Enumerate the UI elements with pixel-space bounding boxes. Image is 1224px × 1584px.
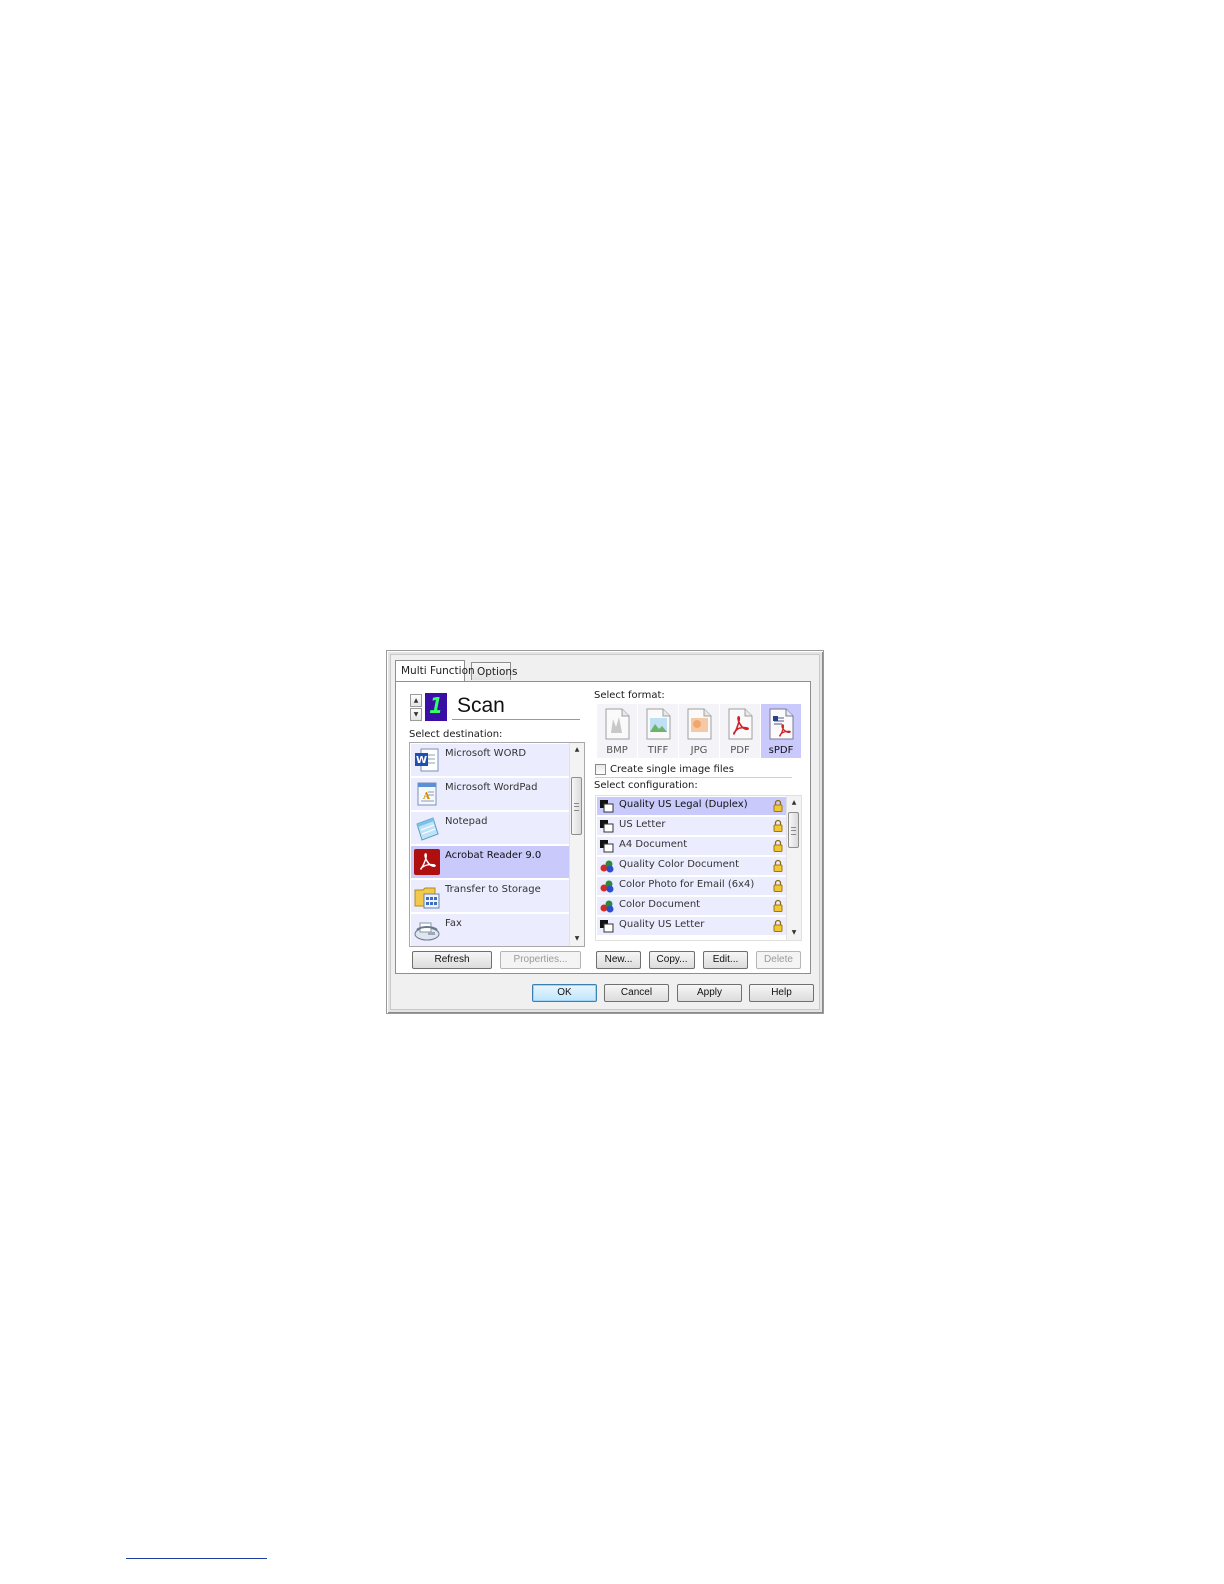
config-label: Quality Color Document [619,859,740,870]
lock-icon [773,919,783,932]
fax-icon [414,922,440,941]
new-configuration-button[interactable]: New... [596,951,641,969]
format-spdf[interactable]: sPDF [761,704,801,758]
destination-item-fax[interactable]: Fax [411,914,569,946]
destination-label: Transfer to Storage [445,884,541,895]
lock-icon [773,819,783,832]
config-item-quality-color-document[interactable]: Quality Color Document [597,857,786,877]
scroll-down-arrow-icon[interactable]: ▼ [570,932,584,946]
multi-function-panel: ▲ ▼ 1 Scan Select destination: W Microso… [395,681,811,974]
format-label: JPG [690,745,708,756]
config-item-quality-us-letter[interactable]: Quality US Letter [597,917,786,937]
format-bmp[interactable]: BMP [597,704,637,758]
copy-configuration-button[interactable]: Copy... [649,951,695,969]
scroll-down-arrow-icon[interactable]: ▼ [787,926,801,940]
scroll-up-arrow-icon[interactable]: ▲ [787,796,801,810]
config-item-a4-document[interactable]: A4 Document [597,837,786,857]
format-label: TIFF [647,745,669,756]
destination-item-wordpad[interactable]: A Microsoft WordPad [411,778,569,812]
color-document-icon [600,900,614,913]
apply-button[interactable]: Apply [677,984,742,1002]
color-document-icon [600,860,614,873]
format-label: sPDF [768,745,794,756]
bw-document-icon [600,800,614,813]
config-label: Color Document [619,899,701,910]
color-document-icon [600,880,614,893]
lock-icon [773,859,783,872]
spdf-file-icon [769,708,794,740]
destination-label: Fax [445,918,462,929]
svg-text:W: W [416,755,427,766]
button-name-title: Scan [452,692,580,720]
format-label: PDF [730,745,750,756]
config-label: Color Photo for Email (6x4) [619,879,755,890]
ok-button[interactable]: OK [532,984,597,1002]
word-icon: W [415,748,439,772]
config-item-color-document[interactable]: Color Document [597,897,786,917]
config-item-quality-us-legal-duplex[interactable]: Quality US Legal (Duplex) [597,797,786,817]
spinner-up-button[interactable]: ▲ [410,694,422,707]
scroll-up-arrow-icon[interactable]: ▲ [570,743,584,757]
footnote-rule [126,1558,267,1559]
destination-list[interactable]: W Microsoft WORD A Microsoft WordPad Not… [409,742,585,947]
destination-item-transfer-to-storage[interactable]: Transfer to Storage [411,880,569,914]
destination-label: Microsoft WORD [445,748,527,759]
wordpad-icon: A [417,782,437,806]
acrobat-icon [414,849,440,875]
create-single-image-label: Create single image files [610,764,734,775]
config-item-color-photo-for-email[interactable]: Color Photo for Email (6x4) [597,877,786,897]
lock-icon [773,879,783,892]
delete-configuration-button[interactable]: Delete [756,951,801,969]
destination-label: Acrobat Reader 9.0 [445,850,542,861]
config-label: A4 Document [619,839,688,850]
destination-item-word[interactable]: W Microsoft WORD [411,744,569,778]
config-label: US Letter [619,819,666,830]
scroll-thumb[interactable] [788,812,799,848]
format-tiff[interactable]: TIFF [638,704,678,758]
format-jpg[interactable]: JPG [679,704,719,758]
tab-multi-function[interactable]: Multi Function [395,660,475,681]
bw-document-icon [600,920,614,933]
lock-icon [773,839,783,852]
create-single-image-checkbox[interactable] [595,764,606,775]
storage-folder-icon [414,887,440,909]
scroll-thumb[interactable] [571,777,582,835]
one-touch-properties-dialog: Multi Function Options ▲ ▼ 1 Scan Select… [386,650,824,1014]
format-label: BMP [606,745,628,756]
destination-scrollbar[interactable]: ▲ ▼ [569,743,584,946]
destination-label: Notepad [445,816,488,827]
config-label: Quality US Legal (Duplex) [619,799,748,810]
select-format-label: Select format: [594,690,665,701]
refresh-button[interactable]: Refresh [412,951,492,969]
bw-document-icon [600,840,614,853]
lock-icon [773,799,783,812]
destination-item-acrobat-reader[interactable]: Acrobat Reader 9.0 [411,846,569,880]
properties-button[interactable]: Properties... [500,951,581,969]
notepad-icon [416,817,439,841]
config-label: Quality US Letter [619,919,705,930]
destination-label: Microsoft WordPad [445,782,538,793]
lock-icon [773,899,783,912]
tab-options[interactable]: Options [471,662,518,680]
button-number-spinner: ▲ ▼ [410,694,422,721]
configuration-scrollbar[interactable]: ▲ ▼ [786,796,801,940]
tiff-file-icon [646,708,671,740]
edit-configuration-button[interactable]: Edit... [703,951,748,969]
cancel-button[interactable]: Cancel [604,984,669,1002]
button-number-display: 1 [425,693,447,721]
format-separator [595,777,792,778]
format-selector: BMP TIFF JPG PDF sPDF [597,704,803,758]
select-configuration-label: Select configuration: [594,780,698,791]
format-pdf[interactable]: PDF [720,704,760,758]
pdf-file-icon [728,708,753,740]
bmp-file-icon [605,708,630,740]
destination-item-notepad[interactable]: Notepad [411,812,569,846]
jpg-file-icon [687,708,712,740]
select-destination-label: Select destination: [409,729,503,740]
config-item-us-letter[interactable]: US Letter [597,817,786,837]
help-button[interactable]: Help [749,984,814,1002]
configuration-list[interactable]: Quality US Legal (Duplex) US Letter A4 D… [595,795,802,941]
bw-document-icon [600,820,614,833]
spinner-down-button[interactable]: ▼ [410,708,422,721]
